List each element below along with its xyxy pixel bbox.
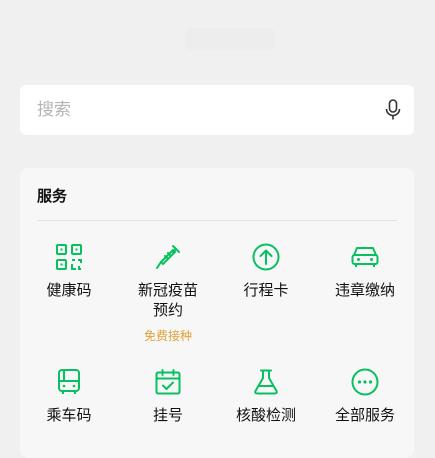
service-nucleic-test[interactable]: 核酸检测 <box>217 367 315 425</box>
divider <box>37 220 397 221</box>
service-label: 核酸检测 <box>235 406 296 424</box>
service-label: 挂号 <box>152 406 183 424</box>
calendar-check-icon <box>155 369 181 395</box>
service-label: 乘车码 <box>46 406 92 424</box>
services-title: 服务 <box>37 187 68 205</box>
service-vaccine[interactable]: 新冠疫苗 预约 免费接种 <box>119 242 217 344</box>
service-transit-code[interactable]: 乘车码 <box>20 367 118 425</box>
flask-icon <box>254 369 278 395</box>
bus-icon <box>58 369 80 394</box>
car-icon <box>351 247 379 267</box>
microphone-icon[interactable] <box>384 99 402 121</box>
search-bar[interactable]: 搜索 <box>20 85 414 135</box>
service-sub-label: 免费接种 <box>143 329 192 343</box>
service-itinerary-card[interactable]: 行程卡 <box>217 242 315 300</box>
service-label: 全部服务 <box>334 406 395 424</box>
service-registration[interactable]: 挂号 <box>119 367 217 425</box>
service-all-services[interactable]: 全部服务 <box>316 367 414 425</box>
services-panel: 服务 健康码 新冠疫苗 预约 免费接种 行程卡 违章缴纳 乘车码 挂号 核酸检测… <box>20 168 414 458</box>
service-label: 新冠疫苗 预约 <box>137 281 198 319</box>
qr-code-icon <box>56 244 82 270</box>
top-placeholder <box>185 28 275 50</box>
service-label: 健康码 <box>46 281 92 299</box>
search-placeholder: 搜索 <box>37 100 71 120</box>
service-traffic-fine[interactable]: 违章缴纳 <box>316 242 414 300</box>
service-label: 违章缴纳 <box>334 281 395 299</box>
arrow-up-circle-icon <box>252 243 280 271</box>
syringe-icon <box>156 245 180 269</box>
more-circle-icon <box>351 368 379 396</box>
service-health-code[interactable]: 健康码 <box>20 242 118 300</box>
service-label: 行程卡 <box>243 281 289 299</box>
